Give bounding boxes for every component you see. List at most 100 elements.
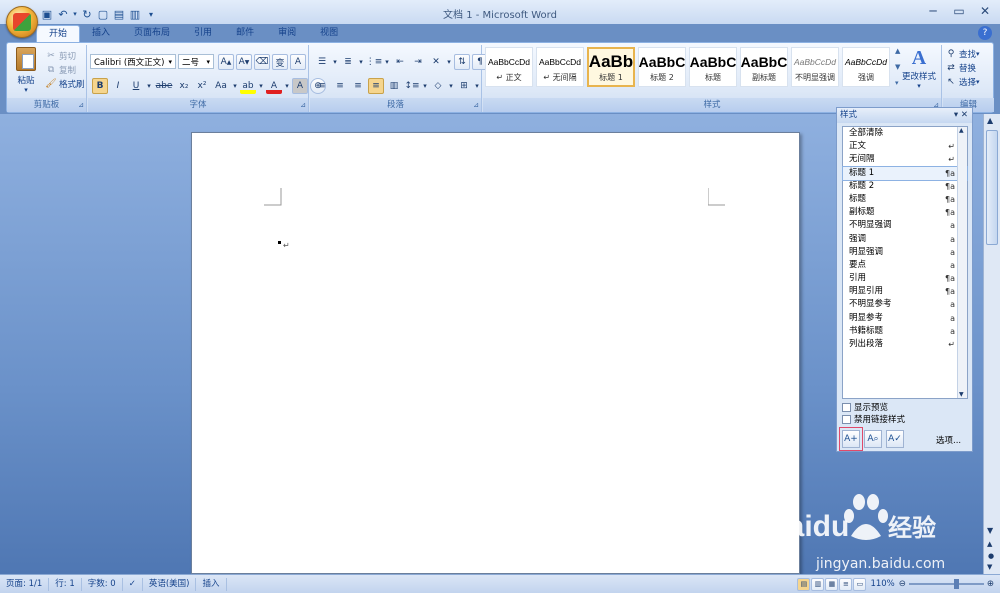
tab-insert[interactable]: 插入 [80,25,122,42]
align-left-icon[interactable]: ≡ [314,78,330,94]
subscript-button[interactable]: x₂ [176,78,192,94]
chevron-down-icon[interactable]: ▾ [474,78,480,94]
pane-menu-icon[interactable]: ▾ [954,110,958,120]
show-preview-checkbox[interactable] [842,402,851,412]
shading-icon[interactable]: ◇ [430,78,446,94]
tab-review[interactable]: 审阅 [266,25,308,42]
tab-references[interactable]: 引用 [182,25,224,42]
style-list-item[interactable]: 明显参考 a [843,312,967,325]
document-page[interactable]: ↵ [191,132,800,574]
scroll-thumb[interactable] [986,130,998,245]
manage-styles-button[interactable]: A✓ [886,430,904,448]
strikethrough-button[interactable]: abe [154,78,174,94]
status-line[interactable]: 行: 1 [49,577,82,591]
sort-icon[interactable]: ⇅ [454,54,470,70]
underline-button[interactable]: U [128,78,144,94]
italic-button[interactable]: I [110,78,126,94]
maximize-icon[interactable]: ▭ [948,2,970,20]
style-subtitle[interactable]: AaBbC 副标题 [740,47,788,87]
select-button[interactable]: ↖ 选择 ▾ [943,74,979,90]
chevron-down-icon[interactable]: ▾ [284,78,290,94]
style-list-item[interactable]: 明显强调 a [843,246,967,259]
font-color-icon[interactable]: A [266,78,282,94]
office-button[interactable] [6,6,38,38]
zoom-level[interactable]: 110% [866,579,898,589]
bold-button[interactable]: B [92,78,108,94]
paste-button[interactable]: 粘贴 ▾ [11,47,41,95]
style-subtle-emphasis[interactable]: AaBbCcDd 不明显强调 [791,47,839,87]
shrink-font-icon[interactable]: A ▼ [236,54,252,70]
style-heading-1[interactable]: AaBb 标题 1 [587,47,635,87]
style-list-item[interactable]: 引用 ¶a [843,272,967,285]
superscript-button[interactable]: x² [194,78,210,94]
zoom-out-icon[interactable]: ⊖ [899,579,906,589]
chevron-down-icon[interactable]: ▾ [446,54,452,70]
zoom-in-icon[interactable]: ⊕ [987,579,1000,589]
scroll-up-icon[interactable]: ▲ [987,116,993,125]
font-name-select[interactable]: Calibri (西文正文) ▾ [90,54,176,69]
style-list-item[interactable]: 书籍标题 a [843,325,967,338]
chevron-down-icon[interactable]: ▾ [332,54,338,70]
style-list-item[interactable]: 副标题 ¶a [843,206,967,219]
show-preview-option[interactable]: 显示预览 [842,401,888,413]
highlight-icon[interactable]: ab [240,78,256,94]
minimize-icon[interactable]: ─ [922,2,944,20]
zoom-slider[interactable] [908,579,984,589]
tab-page-layout[interactable]: 页面布局 [122,25,182,42]
close-icon[interactable]: ✕ [961,110,968,120]
style-no-spacing[interactable]: AaBbCcDd ↵ 无间隔 [536,47,584,87]
style-list-item[interactable]: 无间隔 ↵ [843,153,967,166]
style-title[interactable]: AaBbC 标题 [689,47,737,87]
bullets-icon[interactable]: ☰ [314,54,330,70]
change-styles-button[interactable]: A 更改样式 ▾ [897,47,941,93]
chevron-down-icon[interactable]: ▾ [422,78,428,94]
status-words[interactable]: 字数: 0 [82,577,123,591]
full-screen-view-icon[interactable]: ▥ [811,577,825,591]
decrease-indent-icon[interactable]: ⇤ [392,54,408,70]
style-list-item[interactable]: 全部清除 [843,127,967,140]
borders-icon[interactable]: ⊞ [456,78,472,94]
chevron-down-icon[interactable]: ▾ [384,54,390,70]
phonetic-guide-icon[interactable]: 变 [272,54,288,70]
style-heading-2[interactable]: AaBbC 标题 2 [638,47,686,87]
style-normal[interactable]: AaBbCcDd ↵ 正文 [485,47,533,87]
char-border-icon[interactable]: A [290,54,306,70]
options-link[interactable]: 选项... [936,434,961,446]
style-emphasis[interactable]: AaBbCcDd 强调 [842,47,890,87]
style-list-item[interactable]: 标题 2 ¶a [843,180,967,193]
chevron-down-icon[interactable]: ▾ [448,78,454,94]
outline-view-icon[interactable]: ≡ [839,577,853,591]
browse-object-icon[interactable]: ● [988,552,994,560]
dialog-launcher-icon[interactable]: ⊿ [473,101,479,109]
chevron-down-icon[interactable]: ▾ [358,54,364,70]
style-list-item[interactable]: 不明显参考 a [843,298,967,311]
format-painter-button[interactable]: 🖌 格式刷 [43,76,84,92]
dialog-launcher-icon[interactable]: ⊿ [78,101,84,109]
style-list-item[interactable]: 列出段落 ↵ [843,338,967,351]
font-size-select[interactable]: 二号 ▾ [178,54,214,69]
style-list-item[interactable]: 正文 ↵ [843,140,967,153]
close-icon[interactable]: ✕ [974,2,996,20]
grow-font-icon[interactable]: A ▲ [218,54,234,70]
style-list-item[interactable]: 标题 1 ¶a [842,165,968,181]
disable-linked-checkbox[interactable] [842,414,851,424]
increase-indent-icon[interactable]: ⇥ [410,54,426,70]
prev-page-icon[interactable]: ▲ [987,540,992,548]
scroll-down-icon[interactable]: ▼ [987,526,993,535]
zoom-thumb[interactable] [953,579,959,589]
status-page[interactable]: 页面: 1/1 [0,577,50,591]
underline-dropdown-icon[interactable]: ▾ [146,78,152,94]
disable-linked-option[interactable]: 禁用链接样式 [842,413,905,425]
align-center-icon[interactable]: ≡ [332,78,348,94]
style-list-item[interactable]: 要点 a [843,259,967,272]
line-spacing-icon[interactable]: ↕≡ [404,78,420,94]
distribute-icon[interactable]: ▥ [386,78,402,94]
status-mode[interactable]: 插入 [196,577,227,591]
dialog-launcher-icon[interactable]: ⊿ [300,101,306,109]
print-layout-view-icon[interactable]: ▤ [797,577,811,591]
align-right-icon[interactable]: ≡ [350,78,366,94]
style-inspector-button[interactable]: A⌕ [864,430,882,448]
tab-mailings[interactable]: 邮件 [224,25,266,42]
chevron-down-icon[interactable]: ▾ [258,78,264,94]
scroll-up-icon[interactable]: ▲ [959,127,964,134]
